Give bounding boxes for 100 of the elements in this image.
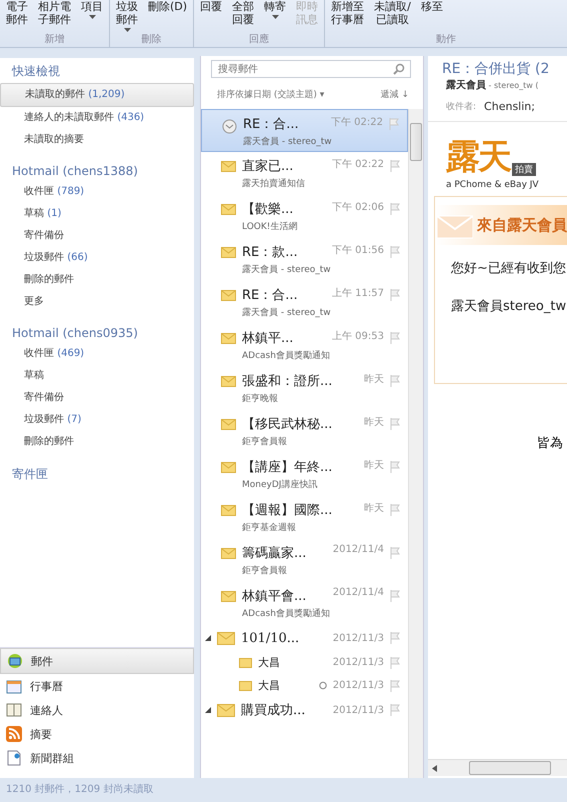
message-subject: 【週報】國際... <box>242 502 332 519</box>
message-item[interactable]: 【移民武林秘... 昨天 鉅亨會員報 <box>201 410 408 453</box>
ribbon-button[interactable]: 全部 回覆 <box>232 0 254 26</box>
folder-item[interactable]: 收件匣 (469) <box>0 343 194 365</box>
folder-item[interactable]: 寄件備份 <box>0 225 194 247</box>
folder-item[interactable]: 垃圾郵件 (66) <box>0 247 194 269</box>
folder-item[interactable]: 垃圾郵件 (7) <box>0 409 194 431</box>
message-item[interactable]: 籌碼贏家... 2012/11/4 鉅亨會員報 <box>201 539 408 582</box>
sort-order-button[interactable]: 遞減 ↓ <box>380 88 409 101</box>
flag-icon[interactable] <box>390 289 402 301</box>
ribbon-button[interactable]: 刪除(D) <box>148 0 188 32</box>
account-heading[interactable]: 快速檢視 <box>0 62 72 83</box>
thread-reply-item[interactable]: 大昌 2012/11/3 <box>201 674 408 697</box>
message-time: 2012/11/3 <box>332 680 384 691</box>
message-item[interactable]: RE：款... 下午 01:56 露天會員 - stereo_tw <box>201 238 408 281</box>
ribbon-button[interactable]: 未讀取/ 已讀取 <box>374 0 411 26</box>
ribbon-button[interactable]: 相片電 子郵件 <box>38 0 71 26</box>
message-item[interactable]: 林鎮平... 上午 09:53 ADcash會員獎勵通知 <box>201 324 408 367</box>
folder-item[interactable]: 收件匣 (789) <box>0 181 194 203</box>
sort-dropdown[interactable]: 排序依據日期 (交談主題) ▾ <box>217 88 324 101</box>
flag-icon[interactable] <box>390 704 402 716</box>
flag-icon[interactable] <box>390 461 402 473</box>
account-heading[interactable]: Hotmail (chens0935) <box>0 325 150 343</box>
banner: 來自露天會員 <box>435 205 567 245</box>
ribbon-button[interactable]: 新增至 行事曆 <box>331 0 364 26</box>
flag-icon[interactable] <box>390 590 402 602</box>
message-subject: 大昌 <box>258 655 281 670</box>
email-text: 皆為 <box>537 435 563 452</box>
ribbon-button[interactable]: 垃圾 郵件 <box>116 0 138 32</box>
message-item[interactable]: RE：合... 上午 11:57 露天會員 - stereo_tw <box>201 281 408 324</box>
flag-icon[interactable] <box>390 656 402 668</box>
message-item[interactable]: 張盛和：證所... 昨天 鉅亨晚報 <box>201 367 408 410</box>
envelope-icon <box>7 653 23 669</box>
flag-icon[interactable] <box>390 680 402 692</box>
folder-item[interactable]: 草稿 <box>0 365 194 387</box>
flag-icon[interactable] <box>390 203 402 215</box>
flag-icon[interactable] <box>390 332 402 344</box>
group-label: 回應 <box>248 32 270 47</box>
folder-item[interactable]: 刪除的郵件 <box>0 431 194 453</box>
nav-item[interactable]: 摘要 <box>0 722 194 746</box>
message-time: 下午 01:56 <box>332 244 384 258</box>
message-time: 2012/11/3 <box>332 704 384 716</box>
message-item[interactable]: 【講座】年終... 昨天 MoneyDJ講座快訊 <box>201 453 408 496</box>
message-item[interactable]: 林鎮平會... 2012/11/4 ADcash會員獎勵通知 <box>201 582 408 625</box>
message-sender: 鉅亨基金週報 <box>242 522 297 534</box>
folder-item[interactable]: 未讀取的郵件 (1,209) <box>0 83 194 107</box>
folder-item[interactable]: 更多 <box>0 291 194 313</box>
message-item[interactable]: 直家已... 下午 02:22 露天拍賣通知信 <box>201 152 408 195</box>
recipient-label: 收件者: <box>446 100 476 113</box>
flag-icon[interactable] <box>390 246 402 258</box>
message-item[interactable]: RE：合... 下午 02:22 露天會員 - stereo_tw <box>201 109 408 152</box>
expand-arrow-icon[interactable] <box>205 707 211 713</box>
message-subject: 101/10... <box>241 630 300 646</box>
thread-reply-item[interactable]: 大昌 2012/11/3 <box>201 651 408 674</box>
nav-item[interactable]: 行事曆 <box>0 674 194 698</box>
thread-item[interactable]: 購買成功... 2012/11/3 <box>201 697 408 723</box>
flag-icon[interactable] <box>390 160 402 172</box>
folder-item[interactable]: 刪除的郵件 <box>0 269 194 291</box>
message-sender: 鉅亨會員報 <box>242 564 288 577</box>
scrollbar[interactable] <box>408 109 423 778</box>
scroll-thumb[interactable] <box>410 123 422 161</box>
flag-icon[interactable] <box>390 547 402 559</box>
logo: 露天 <box>446 136 510 179</box>
flag-icon[interactable] <box>390 375 402 387</box>
scroll-thumb[interactable] <box>469 761 551 775</box>
folder-item[interactable]: 草稿 (1) <box>0 203 194 225</box>
message-subject: 大昌 <box>258 678 281 693</box>
ribbon-button[interactable]: 回覆 <box>200 0 222 26</box>
account-heading[interactable]: Hotmail (chens1388) <box>0 163 150 181</box>
ribbon-button[interactable]: 轉寄 <box>264 0 286 26</box>
email-subject: RE：合併出貨 (2 <box>441 60 550 78</box>
message-subject: 林鎮平... <box>242 330 294 347</box>
book-icon <box>6 702 22 718</box>
scrollbar[interactable] <box>428 759 567 776</box>
folder-item[interactable]: 連絡人的未讀取郵件 (436) <box>0 107 194 129</box>
flag-icon[interactable] <box>390 632 402 644</box>
ribbon-button[interactable]: 電子 郵件 <box>6 0 28 26</box>
nav-item[interactable]: 新聞群組 <box>0 746 194 770</box>
folder-item[interactable]: 未讀取的摘要 <box>0 129 194 151</box>
nav-item[interactable]: 連絡人 <box>0 698 194 722</box>
nav-item[interactable]: 郵件 <box>0 648 194 674</box>
flag-icon[interactable] <box>390 418 402 430</box>
message-time: 2012/11/4 <box>332 587 384 600</box>
message-item[interactable]: 【週報】國際... 昨天 鉅亨基金週報 <box>201 496 408 539</box>
message-time: 2012/11/3 <box>332 657 384 668</box>
folder-item[interactable]: 寄件備份 <box>0 387 194 409</box>
message-sender: LOOK!生活網 <box>242 220 298 233</box>
scroll-left-icon[interactable] <box>432 764 437 772</box>
flag-icon[interactable] <box>389 118 401 130</box>
ribbon-button[interactable]: 項目 <box>81 0 103 26</box>
thread-item[interactable]: 101/10... 2012/11/3 <box>201 625 408 651</box>
message-subject: 購買成功... <box>241 702 306 719</box>
ribbon-button[interactable]: 移至 <box>420 0 443 26</box>
message-item[interactable]: 【歡樂... 下午 02:06 LOOK!生活網 <box>201 195 408 238</box>
account-heading[interactable]: 寄件匣 <box>0 465 60 486</box>
message-time: 昨天 <box>364 502 384 516</box>
message-subject: 【歡樂... <box>242 201 294 218</box>
expand-arrow-icon[interactable] <box>205 635 211 641</box>
search-field[interactable]: 搜尋郵件 <box>211 60 411 78</box>
flag-icon[interactable] <box>390 504 402 516</box>
